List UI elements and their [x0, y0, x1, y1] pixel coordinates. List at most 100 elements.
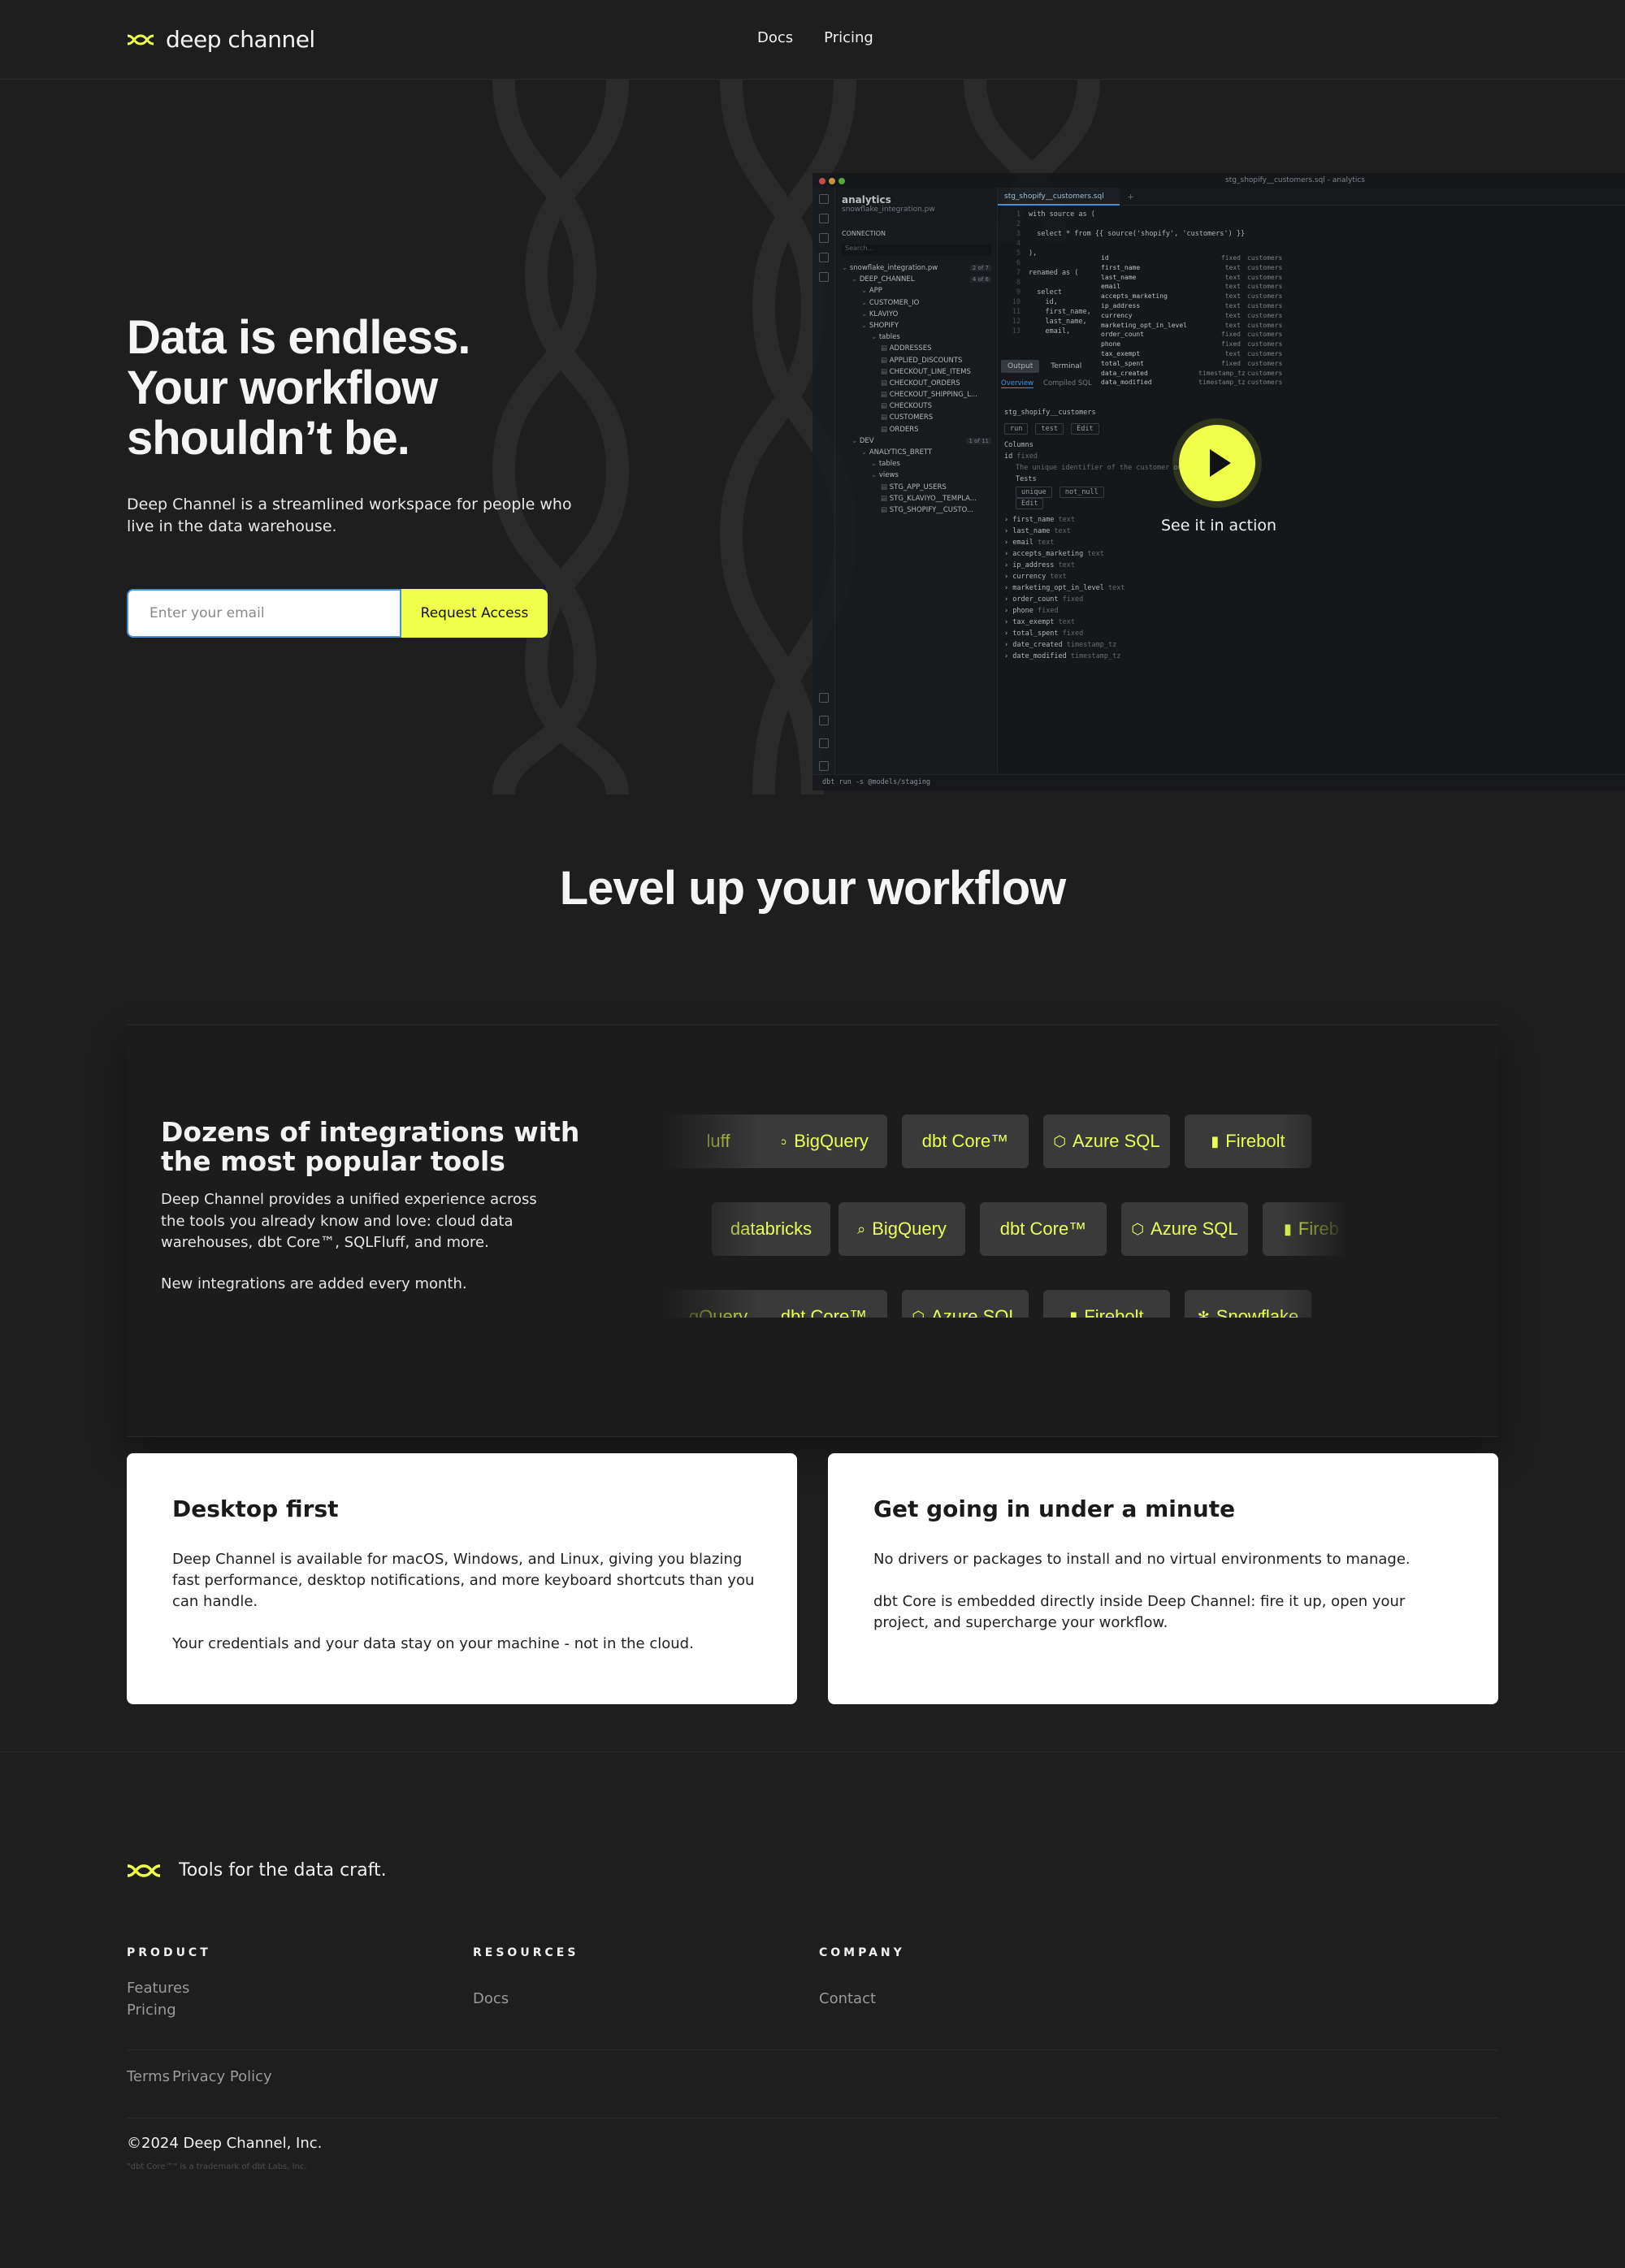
- integration-chip-label: Firebolt: [1225, 1131, 1285, 1151]
- code-line: 1 with source as (: [1001, 210, 1326, 220]
- column-cell: data_created: [1101, 369, 1148, 377]
- help-icon: [819, 716, 829, 725]
- chevron-icon: ⌄: [871, 471, 879, 480]
- tree-item: ⌄ tables: [842, 460, 996, 471]
- id-column: id: [1004, 452, 1013, 461]
- detail-column-name: order_count: [1012, 595, 1059, 604]
- tree-item-label: STG_SHOPIFY__CUSTO...: [889, 505, 974, 514]
- chevron-icon: ⌄: [842, 264, 850, 272]
- integration-chip-label: BigQuery: [794, 1131, 869, 1151]
- id-column-type: fixed: [1016, 452, 1038, 461]
- detail-column-type: text: [1050, 573, 1067, 581]
- tree-item: ▤ CHECKOUT_ORDERS: [842, 379, 996, 391]
- minimize-window-icon: [829, 178, 835, 184]
- email-input[interactable]: [127, 589, 401, 638]
- column-cell: ip_address: [1101, 301, 1141, 309]
- footer-link-contact[interactable]: Contact: [819, 1990, 876, 2007]
- chevron-icon: ⌄: [852, 436, 860, 445]
- marquee-fade-right: [1280, 1115, 1370, 1318]
- detail-column-row: › order_count fixed: [1004, 595, 1216, 607]
- footer-logo[interactable]: Tools for the data craft.: [127, 1860, 387, 1881]
- detail-column-type: text: [1058, 561, 1076, 569]
- play-video-button[interactable]: [1179, 425, 1255, 501]
- footer-link-privacy[interactable]: Privacy Policy: [172, 2068, 272, 2085]
- columns-autocomplete: id fixed customers first_name text customers l…: [1101, 254, 1300, 388]
- editor-tabs: stg_shopify__customers.sql +: [998, 188, 1625, 206]
- column-cell: id: [1101, 254, 1109, 262]
- detail-column-name: first_name: [1012, 516, 1055, 524]
- integration-chip-label: Firebolt: [1084, 1306, 1144, 1318]
- column-row: phone fixed customers: [1101, 340, 1300, 350]
- marquee-fade-left: [655, 1115, 760, 1318]
- code-line: 4: [1001, 240, 1326, 249]
- column-cell: accepts_marketing: [1101, 292, 1168, 301]
- play-video-label[interactable]: See it in action: [1129, 517, 1308, 535]
- chevron-icon: ⌄: [861, 448, 869, 457]
- footer-link-pricing[interactable]: Pricing: [127, 2002, 176, 2019]
- more-columns: › first_name text › last_name text › email…: [1004, 516, 1216, 664]
- chevron-right-icon: ›: [1004, 516, 1013, 524]
- column-row: total_spent fixed customers: [1101, 360, 1300, 370]
- tree-item-badge: 1 of 11: [966, 437, 991, 444]
- detail-tabs: Overview Compiled SQL: [1001, 379, 1092, 388]
- firebolt-icon: ▮: [1069, 1308, 1078, 1318]
- column-cell: timestamp_tz: [1198, 369, 1246, 377]
- column-row: data_modified timestamp_tz customers: [1101, 379, 1300, 388]
- column-cell: text: [1224, 349, 1241, 357]
- nav-link-pricing[interactable]: Pricing: [824, 29, 873, 46]
- table-icon: ▤: [881, 344, 890, 353]
- output-tabs: Output Terminal: [1001, 360, 1088, 373]
- table-icon: ▤: [881, 483, 890, 491]
- footer-link-features[interactable]: Features: [127, 1980, 189, 1997]
- detail-column-type: timestamp_tz: [1070, 652, 1121, 660]
- chevron-icon: ⌄: [861, 298, 869, 307]
- tree-item-label: CUSTOMERS: [889, 413, 934, 422]
- footer-link-docs[interactable]: Docs: [473, 1990, 509, 2007]
- detail-column-row: › email text: [1004, 539, 1216, 550]
- detail-column-row: › tax_exempt text: [1004, 618, 1216, 630]
- detail-column-type: text: [1087, 550, 1104, 558]
- footer-link-terms[interactable]: Terms: [127, 2068, 170, 2085]
- level-up-title: Level up your workflow: [559, 862, 1067, 915]
- tree-item-label: ANALYTICS_BRETT: [869, 448, 933, 457]
- tree-item: ⌄ tables: [842, 333, 996, 344]
- compiled-sql-tab: Compiled SQL: [1043, 379, 1092, 387]
- test-button: test: [1035, 423, 1064, 435]
- tree-item: ⌄ DEV 1 of 11: [842, 437, 996, 448]
- column-cell: customers: [1247, 301, 1283, 309]
- sidebar-title: analytics: [842, 194, 891, 206]
- line-number: 9: [1016, 288, 1020, 296]
- detail-column-type: timestamp_tz: [1066, 641, 1117, 649]
- logo-text: deep channel: [166, 26, 315, 53]
- column-cell: currency: [1101, 311, 1133, 319]
- column-cell: marketing_opt_in_level: [1101, 321, 1187, 329]
- table-icon: ▤: [881, 356, 890, 365]
- tree-item-label: STG_KLAVIYO__TEMPLA...: [889, 494, 977, 503]
- integrations-section: Dozens of integrations with the most pop…: [127, 1024, 1498, 1437]
- chevron-icon: ⌄: [871, 333, 879, 342]
- detail-column-name: total_spent: [1012, 630, 1059, 638]
- detail-column-name: email: [1012, 539, 1034, 547]
- deep-channel-logo-icon: [127, 33, 154, 45]
- editor-tab: stg_shopify__customers.sql: [998, 188, 1120, 206]
- footer-divider: [127, 2118, 1498, 2119]
- nav-link-docs[interactable]: Docs: [757, 29, 793, 46]
- column-cell: customers: [1247, 379, 1283, 387]
- tree-item: ⌄ views: [842, 471, 996, 483]
- tree-item-label: CHECKOUT_ORDERS: [889, 379, 960, 387]
- column-cell: customers: [1247, 349, 1283, 357]
- detail-column-type: text: [1107, 584, 1125, 592]
- request-access-button[interactable]: Request Access: [401, 589, 548, 638]
- column-cell: text: [1224, 311, 1241, 319]
- line-number: 11: [1012, 308, 1020, 316]
- detail-column-type: text: [1058, 618, 1076, 626]
- logo[interactable]: deep channel: [127, 26, 315, 53]
- integration-chip-label: BigQuery: [872, 1218, 947, 1239]
- column-row: tax_exempt text customers: [1101, 350, 1300, 360]
- line-number: 7: [1016, 269, 1020, 277]
- tree-item-label: APPLIED_DISCOUNTS: [889, 356, 963, 365]
- chevron-right-icon: ›: [1004, 618, 1013, 626]
- column-row: id fixed customers: [1101, 254, 1300, 264]
- top-nav: deep channel Docs Pricing: [0, 0, 1625, 80]
- new-tab-icon: +: [1128, 191, 1134, 202]
